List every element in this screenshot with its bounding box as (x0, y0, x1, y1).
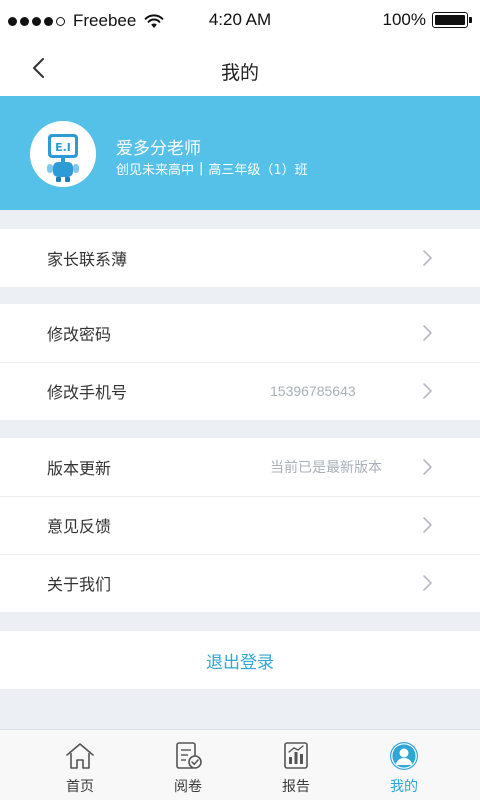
row-label: 修改手机号 (47, 383, 128, 402)
logout-button[interactable]: 退出登录 (0, 631, 480, 689)
avatar-text: E.I (55, 141, 71, 154)
version-update-row[interactable]: 版本更新 当前已是最新版本 (0, 438, 480, 496)
home-icon (66, 743, 94, 769)
parents-book-row[interactable]: 家长联系薄 (0, 229, 480, 287)
avatar[interactable]: E.I (30, 121, 96, 187)
about-us-row[interactable]: 关于我们 (0, 554, 480, 612)
menu-group-contacts: 家长联系薄 (0, 229, 480, 287)
battery-percent: 100% (382, 10, 426, 29)
row-label: 修改密码 (47, 325, 112, 344)
change-phone-row[interactable]: 修改手机号 15396785643 (0, 362, 480, 420)
row-label: 版本更新 (47, 459, 112, 478)
profile-header: E.I 爱多分老师 创见未来高中 | 高三年级（1）班 (0, 96, 480, 210)
chevron-right-icon (423, 517, 432, 533)
row-label: 家长联系薄 (47, 250, 128, 269)
phone-number-value: 15396785643 (270, 383, 356, 399)
tab-review[interactable]: 阅卷 (134, 730, 242, 800)
status-right: 100% (382, 10, 472, 30)
class-name: 高三年级（1）班 (208, 163, 308, 178)
battery-fill (435, 15, 465, 25)
user-profile-icon (390, 742, 418, 770)
chevron-right-icon (423, 383, 432, 399)
version-status-value: 当前已是最新版本 (270, 459, 382, 475)
school-name: 创见未来高中 (116, 163, 195, 178)
tab-home[interactable]: 首页 (26, 730, 134, 800)
tab-bar: 首页 阅卷 报告 我的 (0, 729, 480, 800)
chevron-right-icon (423, 325, 432, 341)
robot-avatar-icon: E.I (30, 121, 96, 187)
change-password-row[interactable]: 修改密码 (0, 304, 480, 362)
tab-label: 报告 (282, 779, 310, 795)
review-paper-icon (176, 742, 202, 769)
page-title: 我的 (220, 62, 259, 84)
chevron-right-icon (423, 459, 432, 475)
tab-label: 阅卷 (174, 779, 202, 795)
chevron-right-icon (423, 575, 432, 591)
logout-label: 退出登录 (206, 652, 274, 673)
feedback-row[interactable]: 意见反馈 (0, 496, 480, 554)
report-chart-icon (284, 742, 308, 769)
menu-group-account: 修改密码 修改手机号 15396785643 (0, 304, 480, 420)
chevron-right-icon (423, 250, 432, 266)
tab-label: 首页 (66, 779, 94, 795)
tab-mine[interactable]: 我的 (350, 730, 458, 800)
battery-icon (432, 12, 472, 28)
menu-group-app: 版本更新 当前已是最新版本 意见反馈 关于我们 (0, 438, 480, 612)
subtitle-separator: | (199, 161, 204, 176)
profile-name: 爱多分老师 (116, 139, 201, 159)
status-bar: Freebee 4:20 AM 100% (0, 0, 480, 40)
tab-label: 我的 (390, 779, 418, 795)
row-label: 意见反馈 (47, 517, 112, 536)
row-label: 关于我们 (47, 575, 112, 594)
tab-report[interactable]: 报告 (242, 730, 350, 800)
nav-bar: 我的 (0, 40, 480, 96)
profile-subtitle: 创见未来高中 | 高三年级（1）班 (116, 159, 308, 178)
